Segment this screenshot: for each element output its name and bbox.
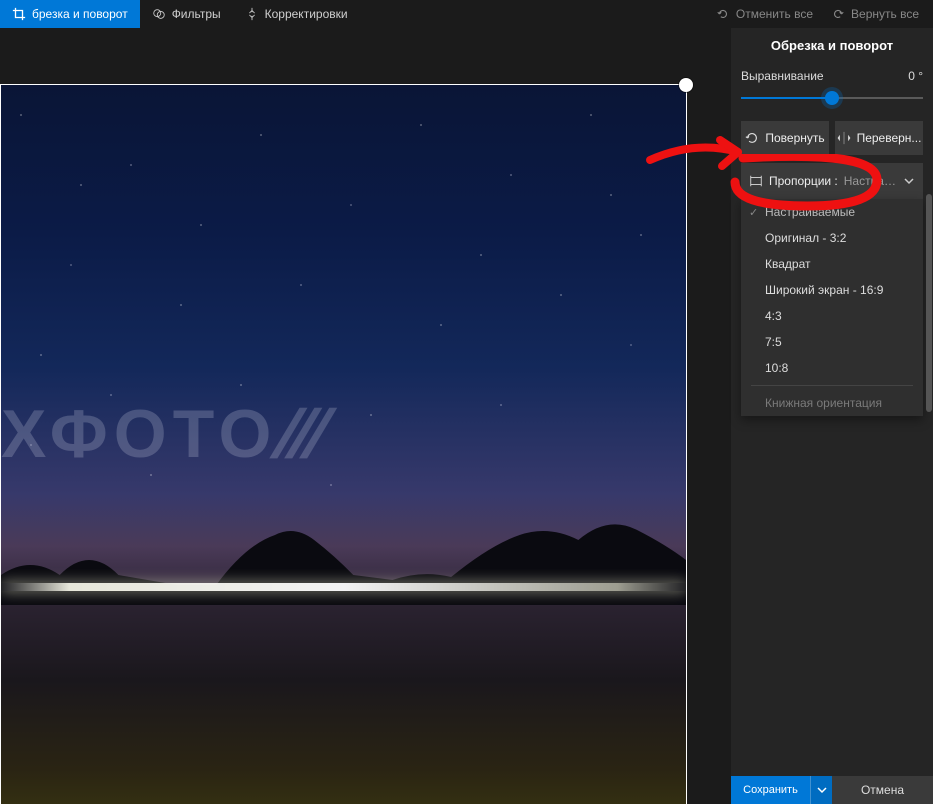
crop-frame[interactable]: ХФОТО/// <box>0 84 687 804</box>
tab-filters[interactable]: Фильтры <box>140 0 233 28</box>
undo-all-label: Отменить все <box>736 7 813 21</box>
redo-all-label: Вернуть все <box>851 7 919 21</box>
aspect-ratio-menu: Настраиваемые Оригинал - 3:2 Квадрат Шир… <box>741 199 923 416</box>
flip-label: Переверн... <box>857 131 922 145</box>
dropdown-scrollbar[interactable] <box>926 194 932 412</box>
redo-all-button[interactable]: Вернуть все <box>831 7 919 21</box>
aspect-ratio-dropdown[interactable]: Пропорции : Настраиваем... <box>741 163 923 199</box>
sidebar-title: Обрезка и поворот <box>731 28 933 59</box>
flip-icon <box>837 131 851 145</box>
rotate-button[interactable]: Повернуть <box>741 121 829 155</box>
crop-handle-top-right[interactable] <box>679 78 693 92</box>
cancel-button[interactable]: Отмена <box>832 776 933 804</box>
watermark: ХФОТО/// <box>1 395 322 473</box>
canvas-area[interactable]: ХФОТО/// <box>0 28 731 804</box>
chevron-down-icon <box>903 175 915 187</box>
crop-icon <box>12 7 26 21</box>
straighten-label: Выравнивание <box>741 69 824 83</box>
redo-icon <box>831 7 845 21</box>
undo-group: Отменить все Вернуть все <box>716 0 933 28</box>
straighten-slider[interactable] <box>741 85 923 113</box>
save-split-button[interactable] <box>810 776 832 804</box>
tab-crop-rotate[interactable]: брезка и поворот <box>0 0 140 28</box>
aspect-icon <box>749 174 763 188</box>
footer-actions: Сохранить Отмена <box>731 776 933 804</box>
chevron-down-icon <box>817 785 827 795</box>
aspect-label: Пропорции : <box>769 174 838 188</box>
slider-thumb[interactable] <box>825 91 839 105</box>
aspect-option-7-5[interactable]: 7:5 <box>741 329 923 355</box>
menu-separator <box>751 385 913 386</box>
aspect-option-original[interactable]: Оригинал - 3:2 <box>741 225 923 251</box>
tab-label: Фильтры <box>172 7 221 21</box>
aspect-value: Настраиваем... <box>844 174 897 188</box>
aspect-option-custom[interactable]: Настраиваемые <box>741 199 923 225</box>
top-toolbar: брезка и поворот Фильтры Корректировки О… <box>0 0 933 28</box>
flip-button[interactable]: Переверн... <box>835 121 923 155</box>
adjustments-icon <box>245 7 259 21</box>
filters-icon <box>152 7 166 21</box>
tab-label: брезка и поворот <box>32 7 128 21</box>
save-button[interactable]: Сохранить <box>731 776 810 804</box>
aspect-orientation-portrait[interactable]: Книжная ориентация <box>741 390 923 416</box>
sidebar-crop: Обрезка и поворот Выравнивание 0 ° <box>731 28 933 804</box>
tab-adjustments[interactable]: Корректировки <box>233 0 360 28</box>
rotate-icon <box>745 131 759 145</box>
undo-all-button[interactable]: Отменить все <box>716 7 813 21</box>
undo-icon <box>716 7 730 21</box>
straighten-value: 0 ° <box>908 69 923 83</box>
aspect-option-10-8[interactable]: 10:8 <box>741 355 923 381</box>
tab-label: Корректировки <box>265 7 348 21</box>
rotate-label: Повернуть <box>765 131 824 145</box>
aspect-option-widescreen[interactable]: Широкий экран - 16:9 <box>741 277 923 303</box>
aspect-option-4-3[interactable]: 4:3 <box>741 303 923 329</box>
image-preview: ХФОТО/// <box>1 85 686 804</box>
aspect-option-square[interactable]: Квадрат <box>741 251 923 277</box>
